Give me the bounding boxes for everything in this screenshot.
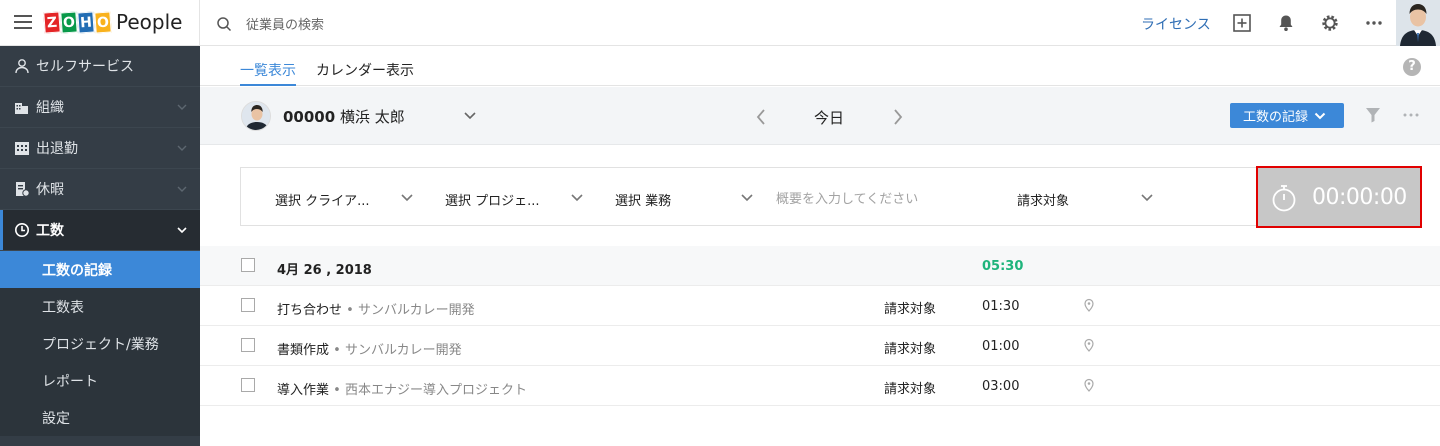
chevron-down-icon — [177, 145, 187, 151]
chevron-down-icon — [177, 227, 187, 234]
chevron-down-icon[interactable] — [1140, 193, 1154, 203]
product-name: People — [116, 10, 183, 34]
leave-icon — [14, 181, 30, 197]
tab-list-view[interactable]: 一覧表示 — [240, 60, 296, 86]
job-select[interactable]: 選択 業務 — [615, 190, 671, 209]
sidebar-item-label: 出退勤 — [36, 141, 78, 157]
client-select[interactable]: 選択 クライア... — [275, 190, 370, 209]
brand-area: Z O H O People — [0, 0, 200, 46]
date-label: 今日 — [814, 109, 845, 127]
hours-value: 01:00 — [982, 339, 1020, 354]
search-icon — [217, 16, 232, 31]
sidebar-subitem-projects-jobs[interactable]: プロジェクト/業務 — [0, 325, 200, 362]
zoho-logo[interactable]: Z O H O — [43, 11, 112, 34]
sidebar-item-timesheet[interactable]: 工数 — [0, 210, 200, 251]
user-avatar[interactable] — [1396, 0, 1440, 46]
chevron-down-icon — [1314, 112, 1326, 119]
menu-icon[interactable] — [14, 15, 32, 29]
sidebar-item-label: 組織 — [36, 100, 64, 116]
location-pin-icon — [1084, 378, 1094, 392]
more-icon[interactable] — [1402, 107, 1420, 123]
row-checkbox[interactable] — [241, 338, 255, 352]
add-square-icon[interactable] — [1232, 13, 1252, 33]
task-name: 打ち合わせ — [277, 303, 343, 318]
row-checkbox[interactable] — [241, 298, 255, 312]
sidebar: セルフサービス 組織 出退勤 休暇 工数 工数の記録 工数表 プロジェクト/業務… — [0, 46, 200, 446]
chevron-down-icon — [177, 186, 187, 192]
timer-highlight-box — [1256, 166, 1422, 228]
sidebar-subitem-timesheets[interactable]: 工数表 — [0, 288, 200, 325]
hours-value: 03:00 — [982, 379, 1020, 394]
task-cell: 導入作業 • 西本エナジー導入プロジェクト — [277, 383, 527, 398]
log-time-button-label: 工数の記録 — [1243, 110, 1309, 125]
sidebar-item-label: セルフサービス — [36, 59, 134, 75]
project-select[interactable]: 選択 プロジェ... — [445, 190, 540, 209]
sidebar-item-attendance[interactable]: 出退勤 — [0, 128, 200, 169]
employee-avatar — [241, 101, 271, 131]
sidebar-subitem-settings[interactable]: 設定 — [0, 399, 200, 436]
date-group-row: 4月 26 , 2018 05:30 — [200, 246, 1440, 286]
top-header: Z O H O People 従業員の検索 ライセンス — [0, 0, 1440, 46]
project-name: 西本エナジー導入プロジェクト — [344, 383, 527, 398]
help-icon[interactable]: ? — [1403, 58, 1421, 76]
billable-status: 請求対象 — [884, 302, 937, 317]
billable-status: 請求対象 — [884, 382, 937, 397]
chevron-right-icon[interactable] — [892, 108, 904, 126]
calendar-grid-icon — [14, 140, 30, 156]
license-link[interactable]: ライセンス — [1141, 14, 1211, 34]
sidebar-item-label: 工数 — [36, 223, 64, 239]
view-tabs: 一覧表示 カレンダー表示 ? — [200, 46, 1440, 86]
sidebar-subitem-reports[interactable]: レポート — [0, 362, 200, 399]
billable-status: 請求対象 — [884, 342, 937, 357]
bell-icon[interactable] — [1276, 13, 1296, 33]
project-name: サンバルカレー開発 — [344, 343, 462, 358]
description-input[interactable]: 概要を入力してください — [776, 188, 918, 207]
chevron-down-icon — [177, 104, 187, 110]
task-name: 書類作成 — [277, 343, 330, 358]
tab-calendar-view[interactable]: カレンダー表示 — [316, 60, 414, 80]
search-input[interactable]: 従業員の検索 — [246, 14, 324, 33]
sidebar-item-leave[interactable]: 休暇 — [0, 169, 200, 210]
table-row[interactable]: 導入作業 • 西本エナジー導入プロジェクト 請求対象 03:00 — [200, 366, 1440, 406]
employee-search[interactable]: 従業員の検索 — [216, 14, 324, 33]
avatar-photo — [1396, 0, 1440, 46]
task-cell: 書類作成 • サンバルカレー開発 — [277, 343, 462, 358]
sidebar-subitem-log-time[interactable]: 工数の記録 — [0, 251, 200, 288]
chevron-down-icon[interactable] — [570, 193, 584, 203]
clock-icon — [14, 222, 30, 238]
task-name: 導入作業 — [277, 383, 330, 398]
task-cell: 打ち合わせ • サンバルカレー開発 — [277, 303, 475, 318]
project-name: サンバルカレー開発 — [357, 303, 475, 318]
chevron-down-icon[interactable] — [400, 193, 414, 203]
log-date: 4月 26 , 2018 — [277, 263, 372, 278]
filter-icon[interactable] — [1365, 107, 1381, 123]
table-row[interactable]: 打ち合わせ • サンバルカレー開発 請求対象 01:30 — [200, 286, 1440, 326]
select-all-checkbox[interactable] — [241, 258, 255, 272]
employee-fullname: 横浜 太郎 — [339, 108, 405, 126]
location-pin-icon — [1084, 338, 1094, 352]
time-log-list: 4月 26 , 2018 05:30 打ち合わせ • サンバルカレー開発 請求対… — [200, 246, 1440, 406]
sidebar-item-organization[interactable]: 組織 — [0, 87, 200, 128]
chevron-down-icon[interactable] — [463, 110, 477, 122]
chevron-down-icon[interactable] — [740, 193, 754, 203]
employee-name[interactable]: 00000 横浜 太郎 — [283, 106, 405, 127]
building-icon — [14, 99, 30, 115]
sidebar-item-label: 休暇 — [36, 182, 64, 198]
table-row[interactable]: 書類作成 • サンバルカレー開発 請求対象 01:00 — [200, 326, 1440, 366]
gear-icon[interactable] — [1320, 13, 1340, 33]
employee-id: 00000 — [283, 108, 336, 126]
time-entry-form: 選択 クライア... 選択 プロジェ... 選択 業務 概要を入力してください … — [240, 167, 1422, 227]
sidebar-item-self-service[interactable]: セルフサービス — [0, 46, 200, 87]
employee-toolbar: 00000 横浜 太郎 今日 工数の記録 — [200, 87, 1440, 145]
billable-select[interactable]: 請求対象 — [1017, 190, 1069, 209]
log-time-button[interactable]: 工数の記録 — [1230, 103, 1344, 128]
hours-value: 01:30 — [982, 299, 1020, 314]
row-checkbox[interactable] — [241, 378, 255, 392]
more-icon[interactable] — [1364, 13, 1384, 33]
log-total-hours: 05:30 — [982, 259, 1024, 274]
chevron-left-icon[interactable] — [755, 108, 767, 126]
location-pin-icon — [1084, 298, 1094, 312]
person-icon — [14, 58, 30, 74]
